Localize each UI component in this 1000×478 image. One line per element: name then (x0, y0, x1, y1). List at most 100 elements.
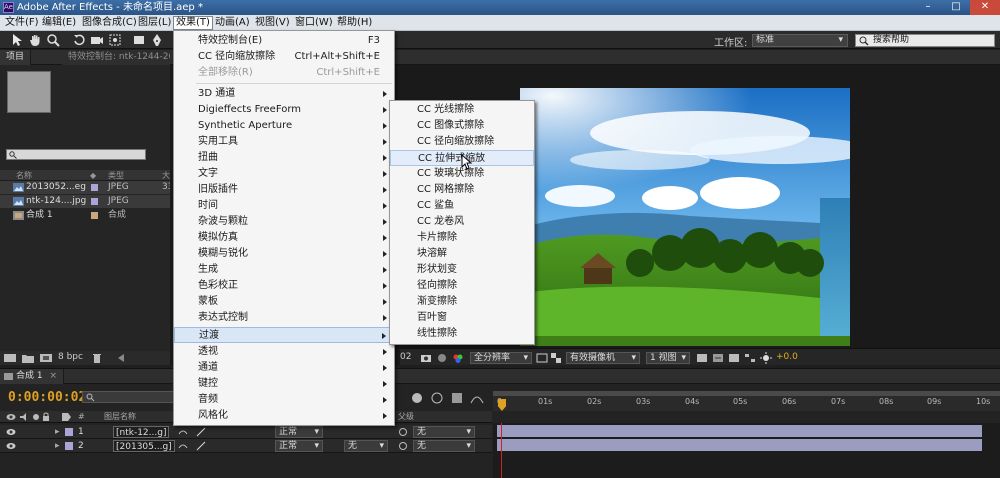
submenu-item[interactable]: 渐变擦除 (390, 294, 534, 310)
pan-behind-tool-icon[interactable] (108, 33, 122, 47)
submenu-item[interactable]: CC 鲨鱼 (390, 198, 534, 214)
tab-close-icon[interactable]: × (49, 371, 57, 381)
menu-file[interactable]: 文件(F) (3, 16, 41, 30)
shy-icon[interactable] (178, 442, 188, 450)
label-color-swatch[interactable] (65, 428, 73, 436)
menu-effect[interactable]: 效果(T) (173, 16, 213, 30)
label-tag-icon[interactable] (62, 413, 71, 421)
graph-editor-icon[interactable] (470, 391, 484, 405)
submenu-item[interactable]: 形状划变 (390, 262, 534, 278)
solo-icon[interactable] (32, 413, 40, 421)
pen-tool-icon[interactable] (150, 33, 164, 47)
parent-pickwhip-icon[interactable] (398, 441, 408, 451)
submenu-item[interactable]: CC 径向缩放擦除 (390, 134, 534, 150)
layer-name[interactable]: [ntk-12...g] (113, 426, 170, 438)
selection-tool-icon[interactable] (10, 33, 24, 47)
menu-item-color-correction[interactable]: 色彩校正 (174, 278, 394, 294)
label-color-swatch[interactable] (65, 442, 73, 450)
layer-name-header[interactable]: 图层名称 (104, 411, 136, 423)
chevron-left-icon[interactable] (118, 354, 124, 362)
parent-header[interactable]: 父级 (398, 411, 414, 423)
eye-icon[interactable] (6, 428, 16, 436)
audio-icon[interactable] (20, 413, 28, 421)
work-area-bar[interactable] (493, 391, 1000, 396)
menu-animation[interactable]: 动画(A) (213, 16, 252, 30)
zoom-tool-icon[interactable] (46, 33, 60, 47)
menu-item-matte[interactable]: 蒙板 (174, 294, 394, 310)
submenu-item[interactable]: 卡片擦除 (390, 230, 534, 246)
snapshot-camera-icon[interactable] (420, 352, 432, 364)
menu-composition[interactable]: 图像合成(C) (80, 16, 139, 30)
layer-duration-bar[interactable] (497, 425, 982, 437)
tab-composition-1[interactable]: 合成 1 × (0, 369, 65, 384)
submenu-item[interactable]: CC 网格擦除 (390, 182, 534, 198)
show-snapshot-icon[interactable] (436, 352, 448, 364)
resolution-select[interactable]: 全分辨率 ▾ (470, 352, 532, 364)
menu-item-expression-controls[interactable]: 表达式控制 (174, 310, 394, 326)
rectangle-tool-icon[interactable] (132, 33, 146, 47)
menu-item-blur-sharpen[interactable]: 模糊与锐化 (174, 246, 394, 262)
menu-item-generate[interactable]: 生成 (174, 262, 394, 278)
menu-window[interactable]: 窗口(W) (293, 16, 335, 30)
menu-item-remove-all[interactable]: 全部移除(R) Ctrl+Shift+E (174, 65, 394, 81)
eye-icon[interactable] (6, 413, 16, 421)
layer-row[interactable]: ▸ 1 [ntk-12...g] 正常 ▾ 无 ▾ (0, 425, 492, 439)
column-name[interactable]: 名称 (16, 170, 32, 181)
camera-tool-icon[interactable] (90, 33, 104, 47)
rotate-tool-icon[interactable] (72, 33, 86, 47)
submenu-item[interactable]: 线性擦除 (390, 326, 534, 342)
submenu-item[interactable]: 径向擦除 (390, 278, 534, 294)
project-item[interactable]: 2013052...eg JPEG 33 (0, 181, 173, 194)
parent-select[interactable]: 无 ▾ (413, 426, 475, 438)
label-column-icon[interactable]: ◆ (90, 170, 96, 181)
menu-item-keying[interactable]: 键控 (174, 376, 394, 392)
composition-preview[interactable] (520, 88, 850, 346)
column-size[interactable]: 大 (162, 170, 170, 181)
menu-edit[interactable]: 编辑(E) (40, 16, 78, 30)
menu-item-simulation[interactable]: 模拟仿真 (174, 230, 394, 246)
camera-select[interactable]: 有效摄像机 ▾ (566, 352, 640, 364)
project-item[interactable]: ntk-124....jpg JPEG (0, 195, 170, 208)
time-ruler[interactable]: 0s 01s 02s 03s 04s 05s 06s 07s 08s 09s 1… (493, 391, 1000, 411)
fx-switch-icon[interactable] (196, 427, 206, 437)
toggle-pixel-aspect-icon[interactable] (696, 352, 708, 364)
current-time-indicator[interactable] (498, 399, 506, 411)
minimize-button[interactable]: – (914, 0, 942, 15)
menu-item-digieffects[interactable]: Digieffects FreeForm (174, 102, 394, 118)
layer-row[interactable]: ▸ 2 [201305...g] 正常 ▾ 无 ▾ 无 ▾ (0, 439, 492, 453)
workspace-select[interactable]: 标准 ▾ (752, 34, 848, 47)
blend-mode-select[interactable]: 正常 ▾ (275, 440, 323, 452)
submenu-item[interactable]: 块溶解 (390, 246, 534, 262)
menu-item-channel[interactable]: 通道 (174, 360, 394, 376)
submenu-item[interactable]: CC 光线擦除 (390, 102, 534, 118)
bpc-label[interactable]: 8 bpc (58, 352, 83, 362)
menu-item-utility[interactable]: 实用工具 (174, 134, 394, 150)
timeline-icon[interactable] (728, 352, 740, 364)
brainstorm-icon[interactable] (450, 391, 464, 405)
submenu-item[interactable]: CC 图像式擦除 (390, 118, 534, 134)
maximize-button[interactable]: □ (942, 0, 970, 15)
timeline-search-input[interactable] (82, 391, 182, 403)
column-type[interactable]: 类型 (108, 170, 124, 181)
menu-item-obsolete[interactable]: 旧版插件 (174, 182, 394, 198)
expand-arrow-icon[interactable]: ▸ (55, 439, 60, 453)
help-search-input[interactable]: 搜索帮助 (855, 34, 995, 47)
parent-pickwhip-icon[interactable] (398, 427, 408, 437)
frame-blending-icon[interactable] (430, 391, 444, 405)
track-matte-select[interactable]: 无 ▾ (344, 440, 388, 452)
transparency-grid-icon[interactable] (550, 352, 562, 364)
blend-mode-select[interactable]: 正常 ▾ (275, 426, 323, 438)
trash-icon[interactable] (92, 353, 102, 363)
submenu-item[interactable]: 百叶窗 (390, 310, 534, 326)
layer-duration-bar[interactable] (497, 439, 982, 451)
exposure-value[interactable]: +0.0 (776, 352, 798, 362)
menu-item-noise-grain[interactable]: 杂波与颗粒 (174, 214, 394, 230)
view-layout-select[interactable]: 1 视图 ▾ (646, 352, 690, 364)
motion-blur-icon[interactable] (410, 391, 424, 405)
viewer-timecode[interactable]: 02 (400, 352, 411, 362)
menu-help[interactable]: 帮助(H) (335, 16, 374, 30)
current-timecode[interactable]: 0:00:00:02 (8, 390, 86, 405)
menu-item-distort[interactable]: 扭曲 (174, 150, 394, 166)
menu-item-last-effect[interactable]: CC 径向缩放擦除 Ctrl+Alt+Shift+E (174, 49, 394, 65)
menu-item-3d-channel[interactable]: 3D 通道 (174, 86, 394, 102)
